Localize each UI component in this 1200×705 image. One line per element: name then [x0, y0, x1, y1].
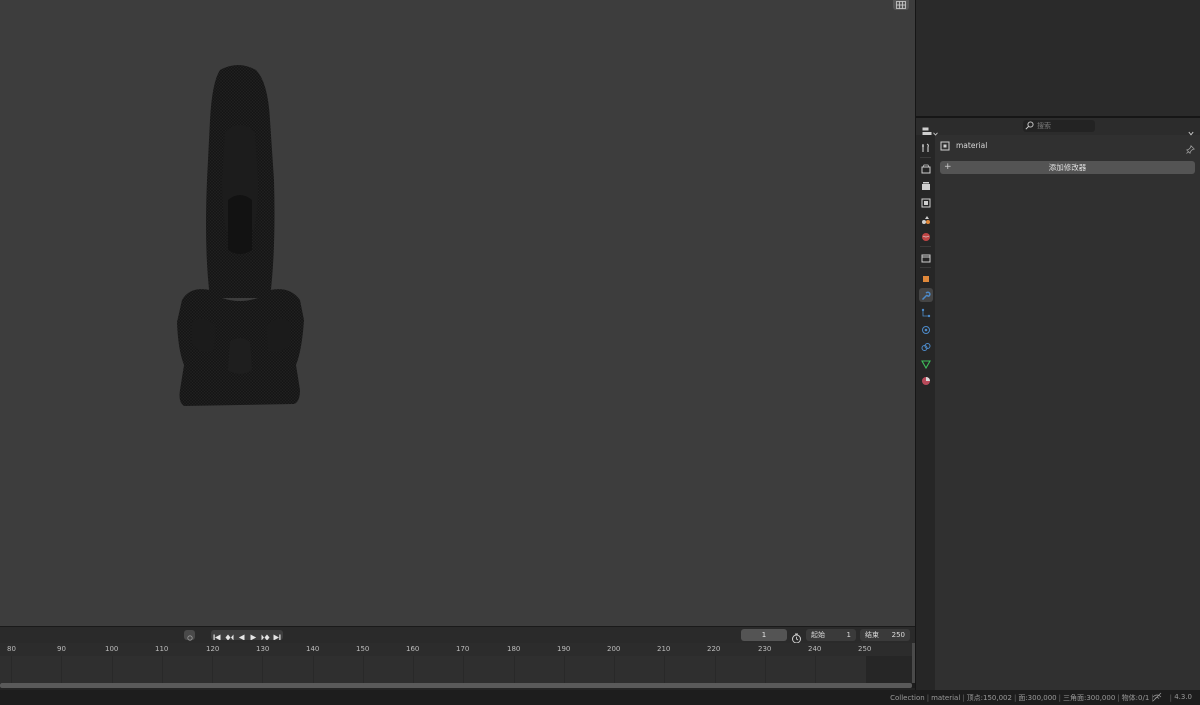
frame-tick: 130 [256, 645, 270, 653]
play-icon [250, 630, 257, 640]
frame-tick: 230 [758, 645, 772, 653]
tab-scene[interactable] [919, 212, 933, 226]
statue-mesh[interactable] [170, 60, 310, 410]
timeline-tracks[interactable] [0, 656, 866, 683]
no-network-icon [1152, 692, 1162, 704]
jump-start-icon [213, 630, 221, 640]
tab-data[interactable] [919, 356, 933, 370]
frame-tick: 150 [356, 645, 370, 653]
status-triangles: 三角面:300,000 [1062, 694, 1116, 702]
add-modifier-label: 添加修改器 [1048, 163, 1087, 172]
search-placeholder: 搜索 [1037, 122, 1051, 130]
object-context-row: material [940, 136, 1195, 155]
plus-icon: + [944, 162, 952, 172]
quad-view-toggle[interactable] [893, 0, 909, 10]
tab-view-layer[interactable] [919, 195, 933, 209]
end-frame-value: 250 [891, 631, 905, 639]
auto-keying-button[interactable] [184, 630, 195, 641]
next-keyframe-button[interactable] [259, 630, 271, 640]
pin-icon[interactable] [1186, 139, 1195, 158]
status-collection: Collection [890, 694, 925, 702]
tab-object[interactable] [919, 271, 933, 285]
status-objects: 物体:0/1 [1121, 694, 1150, 702]
prev-keyframe-button[interactable] [223, 630, 235, 640]
grid-icon [896, 1, 906, 9]
version-label: 4.3.0 [1174, 693, 1192, 701]
frame-tick: 80 [7, 645, 16, 653]
tab-output[interactable] [919, 178, 933, 192]
tab-collection[interactable] [919, 250, 933, 264]
start-frame-label: 起始 [811, 631, 825, 639]
tab-physics[interactable] [919, 322, 933, 336]
search-icon [1025, 120, 1034, 132]
jump-end-button[interactable] [271, 630, 283, 640]
collection-icon [921, 248, 931, 267]
tab-tool[interactable] [919, 140, 933, 154]
tab-render[interactable] [919, 161, 933, 175]
timeline-vertical-scrollbar[interactable] [912, 643, 915, 683]
status-faces: 面:300,000 [1018, 694, 1057, 702]
status-bar: Collection | material | 顶点:150,002 | 面:300,000… [0, 690, 1200, 705]
current-frame-field[interactable]: 1 [741, 629, 787, 641]
play-reverse-icon [238, 630, 245, 640]
end-frame-field[interactable]: 结束 250 [860, 629, 910, 641]
properties-header: 搜索 [916, 118, 1200, 136]
properties-editor: 搜索 material + 添加修改器 [916, 118, 1200, 690]
frame-tick: 220 [707, 645, 721, 653]
tab-particles[interactable] [919, 305, 933, 319]
start-frame-field[interactable]: 起始 1 [806, 629, 856, 641]
mesh-object-icon [940, 136, 950, 155]
tab-constraints[interactable] [919, 339, 933, 353]
tab-modifier[interactable] [919, 288, 933, 302]
frame-tick: 240 [808, 645, 822, 653]
start-frame-value: 1 [846, 631, 851, 639]
play-button[interactable] [247, 630, 259, 640]
properties-tabs [916, 135, 935, 690]
frame-tick: 100 [105, 645, 119, 653]
frame-tick: 190 [557, 645, 571, 653]
tab-material[interactable] [919, 373, 933, 387]
frame-tick: 170 [456, 645, 470, 653]
next-keyframe-icon [261, 630, 270, 640]
prev-keyframe-icon [225, 630, 234, 640]
playback-controls [211, 630, 283, 640]
frame-tick: 250 [858, 645, 872, 653]
tab-world[interactable] [919, 229, 933, 243]
world-icon [921, 227, 931, 246]
timeline-ruler[interactable]: 80 90 100 110 120 130 140 150 160 170 18… [0, 643, 915, 656]
timeline-out-of-range [866, 656, 915, 683]
frame-tick: 200 [607, 645, 621, 653]
3d-viewport[interactable] [0, 0, 915, 626]
play-reverse-button[interactable] [235, 630, 247, 640]
frame-tick: 180 [507, 645, 521, 653]
scene-statistics: Collection | material | 顶点:150,002 | 面:300,000… [890, 694, 1172, 702]
frame-tick: 90 [57, 645, 66, 653]
tool-icon [921, 138, 931, 157]
frame-tick: 110 [155, 645, 169, 653]
jump-start-button[interactable] [211, 630, 223, 640]
material-icon [921, 371, 931, 390]
object-name: material [956, 140, 988, 150]
frame-tick: 160 [406, 645, 420, 653]
end-frame-label: 结束 [865, 631, 879, 639]
add-modifier-button[interactable]: + 添加修改器 [940, 161, 1195, 174]
jump-end-icon [273, 630, 281, 640]
timeline-header: 1 起始 1 结束 250 [0, 626, 915, 644]
properties-search-input[interactable]: 搜索 [1023, 120, 1095, 132]
status-vertices: 顶点:150,002 [966, 694, 1012, 702]
frame-tick: 120 [206, 645, 220, 653]
record-icon [186, 626, 193, 645]
status-object: material [931, 694, 961, 702]
frame-tick: 140 [306, 645, 320, 653]
outliner-panel[interactable] [916, 0, 1200, 116]
frame-tick: 210 [657, 645, 671, 653]
